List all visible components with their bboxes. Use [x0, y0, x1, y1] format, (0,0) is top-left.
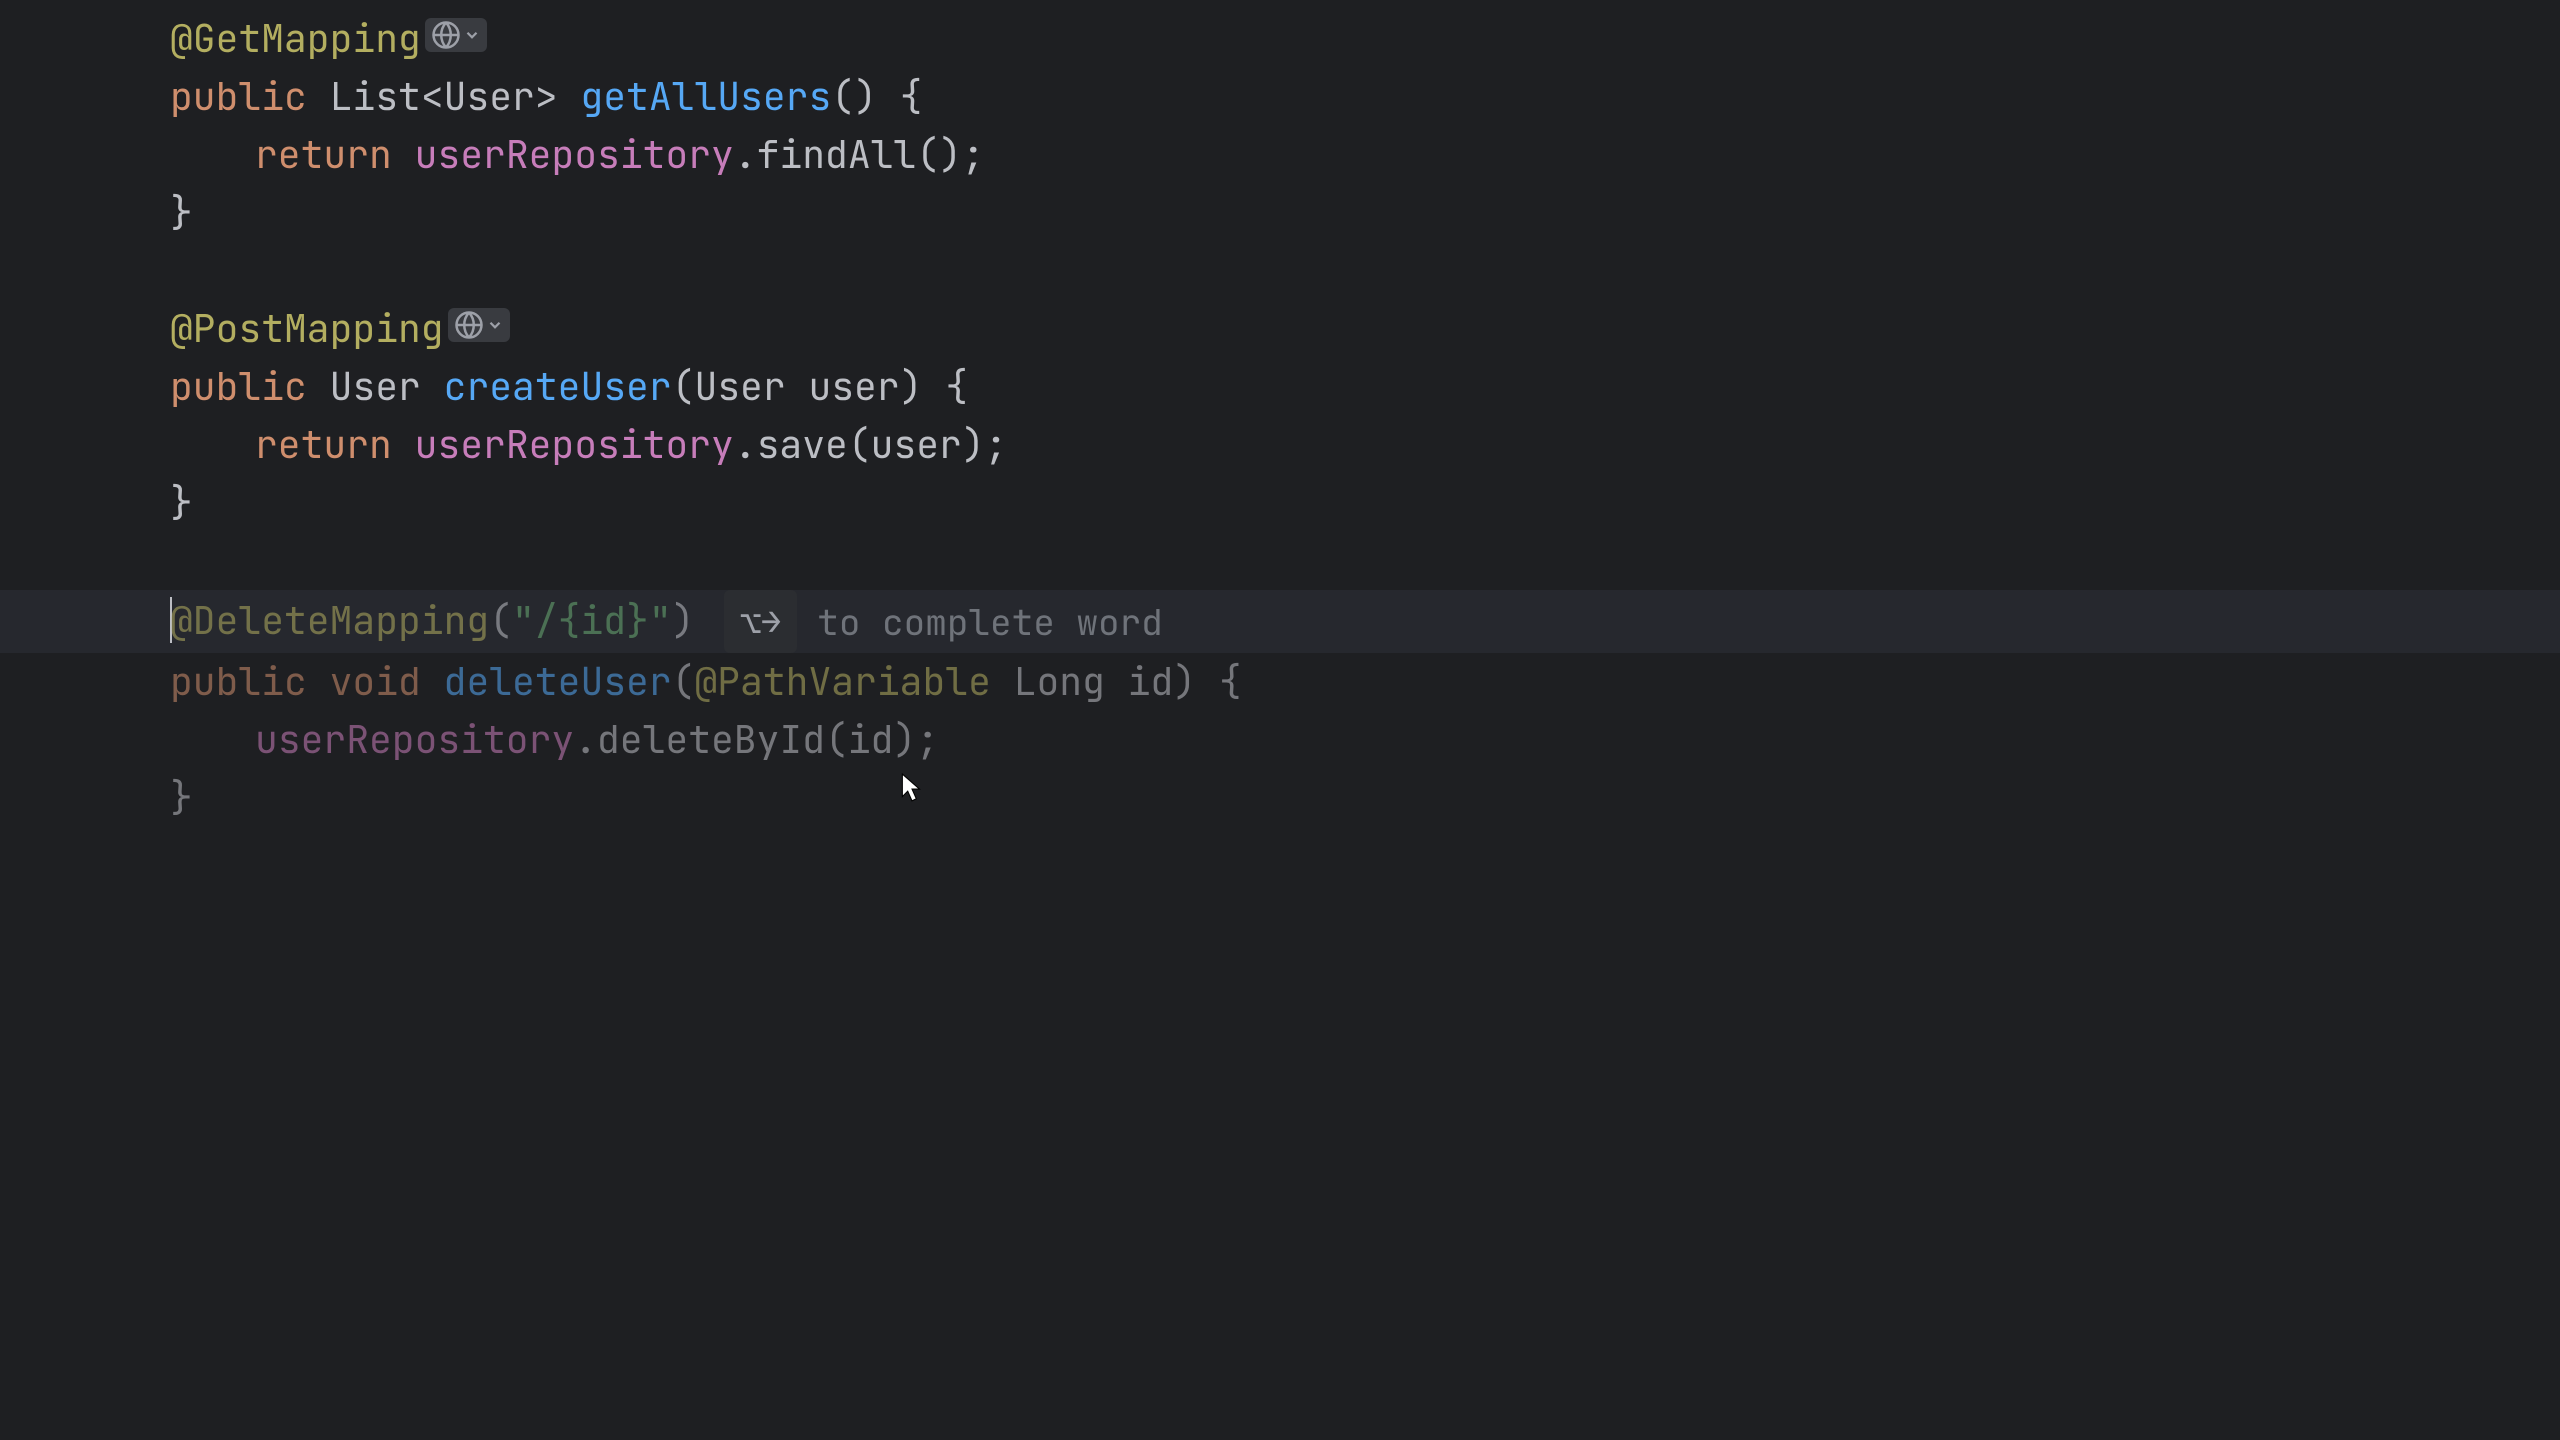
globe-icon [431, 20, 461, 50]
call-save: .save(user); [734, 417, 1008, 474]
annotation-deletemapping: @DeleteMapping [170, 596, 489, 646]
method-getallusers: getAllUsers [580, 69, 831, 126]
code-line[interactable]: return userRepository.findAll(); [0, 126, 2560, 184]
type-user: User [330, 359, 421, 416]
code-editor[interactable]: @GetMapping public List<User> getAllUser… [0, 10, 2560, 1440]
ai-suggestion-line[interactable]: @DeleteMapping("/{id}") ⌥→ to complete w… [0, 590, 2560, 653]
code-line[interactable]: public User createUser(User user) { [0, 358, 2560, 416]
closing-brace: } [170, 185, 193, 242]
keyword-public: public [170, 69, 307, 126]
closing-brace: } [170, 475, 193, 532]
code-line[interactable]: @GetMapping [0, 10, 2560, 68]
code-line[interactable]: return userRepository.save(user); [0, 416, 2560, 474]
annotation-postmapping: @PostMapping [170, 301, 444, 358]
params-createuser: (User user) { [672, 359, 968, 416]
paren-open: ( [489, 596, 512, 646]
call-findall: .findAll(); [734, 127, 985, 184]
keyword-return: return [255, 417, 392, 474]
closing-brace: } [170, 770, 193, 827]
url-mapping-indicator[interactable] [425, 18, 487, 52]
chevron-down-icon [463, 26, 481, 44]
type-list-user: List<User> [330, 69, 558, 126]
field-userrepository: userRepository [415, 127, 734, 184]
globe-icon [454, 310, 484, 340]
url-mapping-indicator[interactable] [448, 308, 510, 342]
field-userrepository: userRepository [255, 712, 574, 769]
ai-suggestion-line[interactable]: userRepository.deleteById(id); [0, 711, 2560, 769]
method-createuser: createUser [444, 359, 672, 416]
shortcut-badge: ⌥→ [724, 590, 797, 653]
string-path-id: "/{id}" [512, 596, 672, 646]
method-deleteuser: deleteUser [444, 654, 672, 711]
keyword-return: return [255, 127, 392, 184]
code-line[interactable]: } [0, 184, 2560, 242]
params-deleteuser: Long id) { [991, 654, 1242, 711]
completion-hint: ⌥→ to complete word [724, 590, 1162, 653]
field-userrepository: userRepository [415, 417, 734, 474]
annotation-getmapping: @GetMapping [170, 11, 421, 68]
ai-suggestion-line[interactable]: } [0, 769, 2560, 827]
empty-line[interactable] [0, 532, 2560, 590]
code-line[interactable]: } [0, 474, 2560, 532]
chevron-down-icon [486, 316, 504, 334]
hint-text: to complete word [817, 595, 1163, 649]
annotation-pathvariable: @PathVariable [694, 654, 990, 711]
keyword-public: public [170, 654, 307, 711]
code-line[interactable]: public List<User> getAllUsers() { [0, 68, 2560, 126]
call-deletebyid: .deleteById(id); [574, 712, 939, 769]
paren-open: ( [672, 654, 695, 711]
code-line[interactable]: @PostMapping [0, 300, 2560, 358]
signature-rest: () { [831, 69, 922, 126]
keyword-void: void [330, 654, 421, 711]
keyword-public: public [170, 359, 307, 416]
empty-line[interactable] [0, 242, 2560, 300]
ai-suggestion-line[interactable]: public void deleteUser(@PathVariable Lon… [0, 653, 2560, 711]
paren-close: ) [672, 596, 695, 646]
